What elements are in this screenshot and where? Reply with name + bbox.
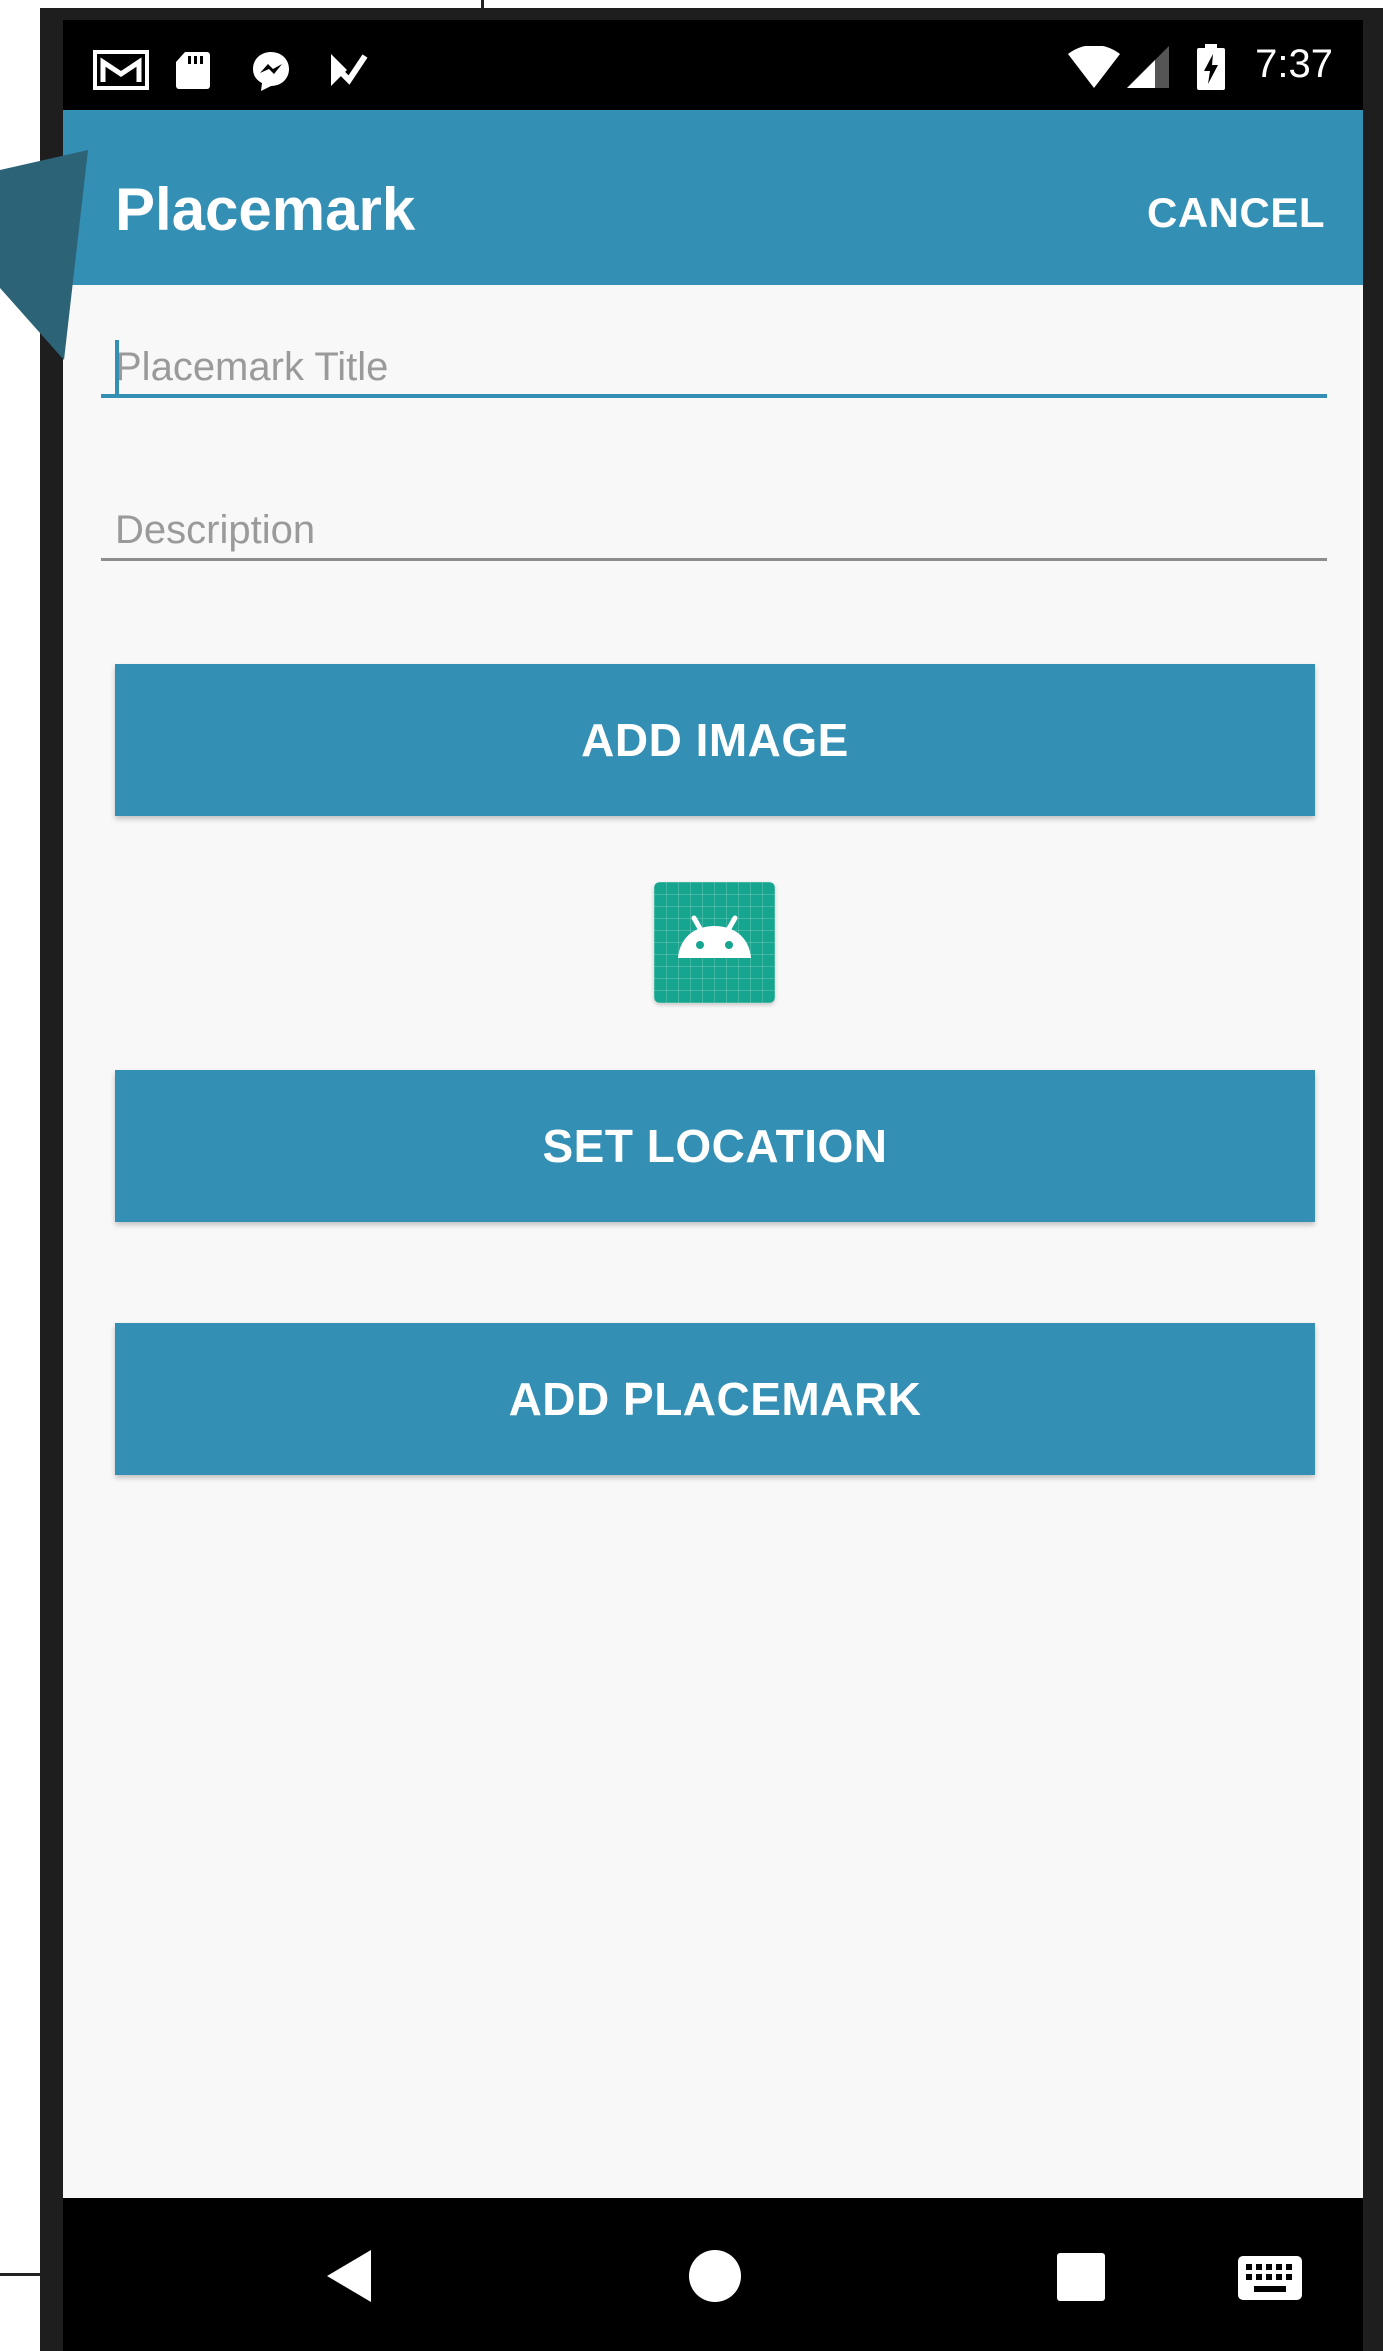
description-field-underline bbox=[101, 558, 1327, 561]
cell-signal-icon bbox=[1127, 46, 1169, 88]
messenger-icon bbox=[253, 52, 289, 91]
add-placemark-button[interactable]: ADD PLACEMARK bbox=[115, 1323, 1315, 1475]
add-image-button[interactable]: ADD IMAGE bbox=[115, 664, 1315, 816]
status-bar: 7:37 bbox=[63, 20, 1363, 110]
check-notification-icon bbox=[331, 54, 368, 86]
image-preview bbox=[654, 882, 775, 1003]
placemark-title-input[interactable] bbox=[101, 338, 1327, 396]
description-input[interactable] bbox=[101, 501, 1327, 559]
cancel-button[interactable]: CANCEL bbox=[1147, 192, 1325, 234]
title-field-underline bbox=[101, 394, 1327, 398]
app-screen: 7:37 Placemark CANCEL ADD IMAGE SET LOCA… bbox=[63, 20, 1363, 2351]
decorative-wedge bbox=[0, 150, 88, 360]
back-icon[interactable] bbox=[323, 2248, 375, 2304]
frame-line bbox=[0, 2273, 44, 2276]
gmail-icon bbox=[93, 50, 149, 90]
android-icon bbox=[678, 915, 751, 958]
wifi-icon bbox=[1068, 46, 1120, 88]
text-cursor bbox=[115, 340, 119, 396]
keyboard-icon[interactable] bbox=[1238, 2256, 1302, 2300]
battery-charging-icon bbox=[1197, 44, 1225, 90]
sd-card-icon bbox=[176, 52, 210, 89]
set-location-button[interactable]: SET LOCATION bbox=[115, 1070, 1315, 1222]
placemark-title-field[interactable] bbox=[101, 338, 1327, 398]
app-title: Placemark bbox=[115, 176, 416, 243]
description-field[interactable] bbox=[101, 501, 1327, 561]
recents-icon[interactable] bbox=[1056, 2252, 1106, 2302]
status-time: 7:37 bbox=[1255, 42, 1333, 86]
home-icon[interactable] bbox=[687, 2248, 743, 2304]
app-bar: Placemark CANCEL bbox=[63, 110, 1363, 285]
navigation-bar bbox=[63, 2198, 1363, 2351]
